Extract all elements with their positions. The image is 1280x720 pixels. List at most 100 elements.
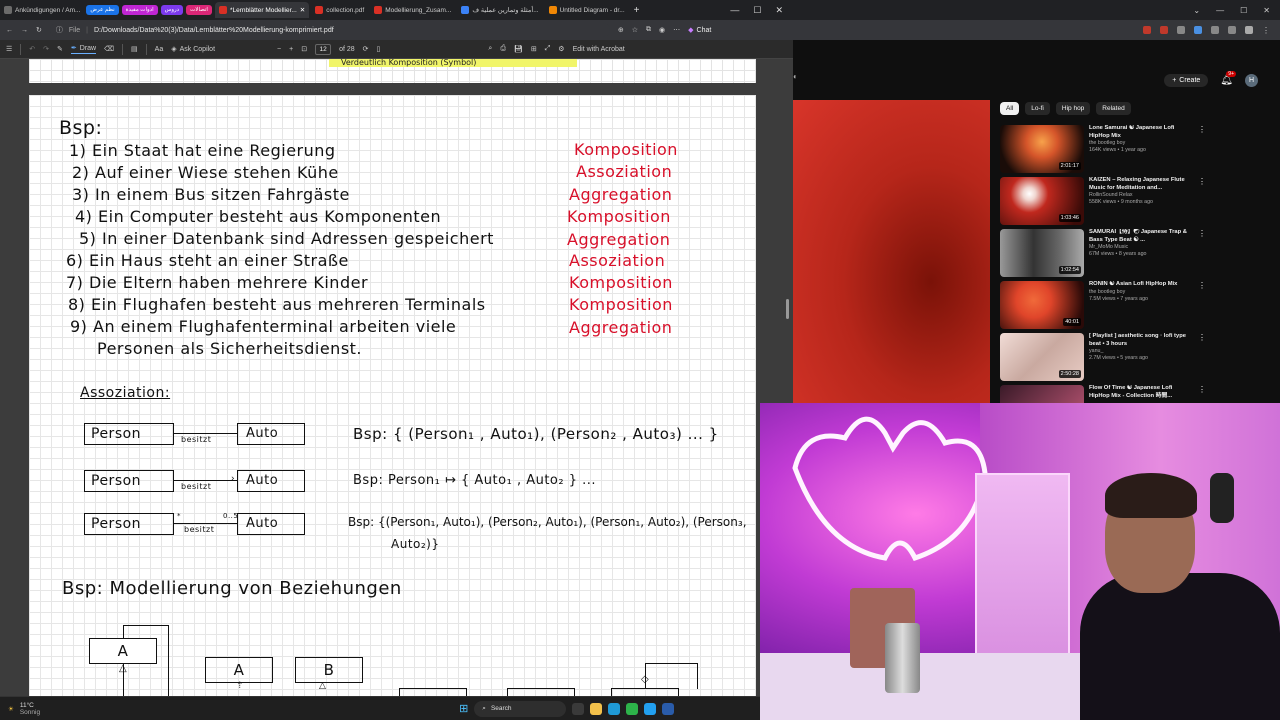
minimize-icon[interactable]: —: [730, 5, 739, 16]
video-title[interactable]: Lone Samurai ☯ Japanese Lofi HipHop Mix: [1089, 125, 1189, 140]
close-window-icon[interactable]: ✕: [1263, 6, 1270, 15]
search-icon[interactable]: ⌕: [488, 45, 492, 53]
zoom-in-icon[interactable]: +: [289, 46, 293, 53]
rotate-icon[interactable]: ⟳: [363, 45, 369, 53]
cast-icon[interactable]: ◐: [793, 72, 798, 81]
channel-name[interactable]: yanu_: [1089, 348, 1189, 355]
extension-icon[interactable]: [1143, 26, 1151, 34]
tab-lernblaetter[interactable]: *Lernblätter Modellier... ✕: [214, 2, 310, 18]
more-icon[interactable]: ⋯: [673, 26, 680, 34]
windows-start-icon[interactable]: ⊞: [459, 702, 468, 715]
new-tab-icon[interactable]: +: [634, 5, 640, 16]
tab-arabic[interactable]: أمثلة وتمارين عملية ف...: [457, 2, 542, 18]
edge-icon[interactable]: [608, 702, 621, 715]
recommendation-item[interactable]: 2:50:28 [ Playlist ] aesthetic song · lo…: [1000, 333, 1280, 385]
profile-icon[interactable]: ◉: [659, 26, 665, 34]
edge-dev-icon[interactable]: [644, 702, 657, 715]
zoom-icon[interactable]: ⊕: [618, 26, 624, 34]
weather-icon[interactable]: ☀: [8, 705, 14, 713]
tab-modellierung[interactable]: Modellierung_Zusam...: [370, 2, 455, 18]
weather-widget[interactable]: 11°C Sonnig: [20, 702, 40, 716]
vscode-icon[interactable]: [662, 702, 675, 715]
highlight-icon[interactable]: ✎: [57, 45, 63, 53]
video-thumbnail[interactable]: 1:03:46: [1000, 177, 1084, 225]
more-vert-icon[interactable]: ⋮: [1198, 333, 1206, 385]
video-thumbnail[interactable]: 1:02:54: [1000, 229, 1084, 277]
page-number-input[interactable]: 12: [315, 43, 332, 55]
extensions-icon[interactable]: ⧉: [646, 26, 651, 34]
file-explorer-icon[interactable]: [590, 702, 603, 715]
channel-name[interactable]: the bootleg boy: [1089, 140, 1189, 147]
fit-page-icon[interactable]: ⊡: [301, 45, 307, 53]
tab-collection[interactable]: collection.pdf: [311, 2, 368, 18]
save-as-icon[interactable]: ⊞: [531, 45, 537, 53]
back-icon[interactable]: ←: [6, 27, 13, 34]
sidebar-icon[interactable]: ▤: [131, 45, 138, 53]
maximize-icon[interactable]: ☐: [1240, 6, 1247, 15]
scrollbar[interactable]: [786, 299, 789, 319]
video-title[interactable]: [ Playlist ] aesthetic song · lofi type …: [1089, 333, 1189, 348]
recommendation-item[interactable]: 1:03:46 KAIZEN – Relaxing Japanese Flute…: [1000, 177, 1280, 229]
pdf-viewport[interactable]: Verdeutlich Komposition (Symbol) Bsp: 1)…: [0, 59, 793, 696]
extension-icon[interactable]: [1177, 26, 1185, 34]
page-view-icon[interactable]: ▯: [377, 45, 381, 53]
avatar[interactable]: H: [1245, 73, 1258, 87]
fullscreen-icon[interactable]: ⤢: [545, 45, 551, 53]
bookmark-pill-2[interactable]: ادوات مفيدة: [121, 5, 158, 15]
menu-icon[interactable]: ☰: [6, 45, 12, 53]
chrome-icon[interactable]: [626, 702, 639, 715]
more-vert-icon[interactable]: ⋮: [1198, 229, 1206, 281]
draw-button[interactable]: ✒ Draw: [70, 44, 97, 54]
settings-icon[interactable]: ⚙: [558, 45, 564, 53]
video-thumbnail[interactable]: 2:50:28: [1000, 333, 1084, 381]
tab-ankuendigungen[interactable]: Ankündigungen / Am...: [0, 2, 84, 18]
edit-with-acrobat-button[interactable]: Edit with Acrobat: [573, 46, 625, 53]
taskbar-search[interactable]: ⌕ Search: [474, 700, 567, 717]
video-title[interactable]: KAIZEN – Relaxing Japanese Flute Music f…: [1089, 177, 1189, 192]
recommendation-item[interactable]: 40:01 RŌNIN ☯ Asian Lofi HipHop Mix the …: [1000, 281, 1280, 333]
video-title[interactable]: Flow Of Time ☯ Japanese Lofi HipHop Mix …: [1089, 385, 1189, 400]
ask-copilot-button[interactable]: ◈ Ask Copilot: [171, 45, 215, 54]
redo-icon[interactable]: ↷: [43, 45, 49, 53]
video-title[interactable]: RŌNIN ☯ Asian Lofi HipHop Mix: [1089, 281, 1189, 289]
chip-related[interactable]: Related: [1096, 102, 1131, 115]
profile-icon[interactable]: [1245, 26, 1253, 34]
bookmark-pill-4[interactable]: اتصالات: [186, 5, 212, 15]
notifications-button[interactable]: 🔔︎ 9+: [1220, 70, 1236, 86]
url-field[interactable]: ⓘ File | D:/Downloads/Data%20(3)/Data/Le…: [49, 23, 610, 37]
undo-icon[interactable]: ↶: [29, 45, 35, 53]
read-aloud-icon[interactable]: Aa: [155, 46, 164, 53]
extension-icon[interactable]: [1211, 26, 1219, 34]
video-player[interactable]: [793, 100, 990, 403]
task-view-icon[interactable]: [572, 702, 585, 715]
more-icon[interactable]: ⋮: [1262, 26, 1270, 35]
favorite-star-icon[interactable]: ☆: [632, 26, 638, 34]
tab-untitled-diagram[interactable]: Untitled Diagram - dr...: [545, 2, 629, 18]
more-vert-icon[interactable]: ⋮: [1198, 281, 1206, 333]
chevron-down-icon[interactable]: ⌄: [1193, 6, 1200, 15]
zoom-out-icon[interactable]: −: [277, 46, 281, 53]
eraser-icon[interactable]: ⌫: [104, 45, 114, 53]
chat-button[interactable]: ◆ Chat: [688, 26, 711, 35]
video-title[interactable]: SAMURAI【侍】☯ Japanese Trap & Bass Type Be…: [1089, 229, 1189, 244]
video-thumbnail[interactable]: 40:01: [1000, 281, 1084, 329]
maximize-icon[interactable]: ☐: [753, 5, 761, 16]
bookmark-pill-3[interactable]: دروس: [160, 5, 184, 15]
channel-name[interactable]: Mr_MoMo Music: [1089, 244, 1189, 251]
create-button[interactable]: + Create: [1164, 73, 1209, 87]
extension-icon[interactable]: [1228, 26, 1236, 34]
recommendation-item[interactable]: 1:02:54 SAMURAI【侍】☯ Japanese Trap & Bass…: [1000, 229, 1280, 281]
chip-all[interactable]: All: [1000, 102, 1020, 115]
save-icon[interactable]: 💾︎: [514, 45, 523, 53]
more-vert-icon[interactable]: ⋮: [1198, 125, 1206, 177]
print-icon[interactable]: ⎙: [500, 45, 506, 53]
chip-lofi[interactable]: Lo-fi: [1025, 102, 1050, 115]
more-vert-icon[interactable]: ⋮: [1198, 177, 1206, 229]
recommendation-item[interactable]: 2:01:17 Lone Samurai ☯ Japanese Lofi Hip…: [1000, 125, 1280, 177]
video-thumbnail[interactable]: 2:01:17: [1000, 125, 1084, 173]
bookmark-pill-1[interactable]: نظم عرض: [86, 5, 119, 15]
close-tab-icon[interactable]: ✕: [300, 6, 305, 14]
channel-name[interactable]: RollinSound Relax: [1089, 192, 1189, 199]
reload-icon[interactable]: ↻: [36, 26, 42, 34]
extension-icon[interactable]: [1160, 26, 1168, 34]
